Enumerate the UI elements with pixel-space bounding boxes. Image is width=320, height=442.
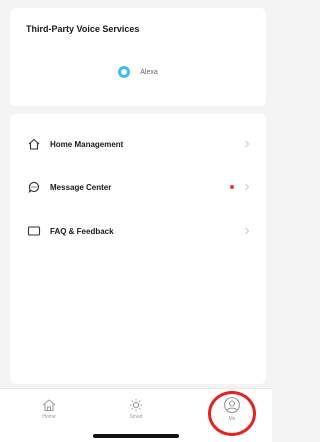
menu-item-label: Home Management	[50, 139, 124, 149]
home-tab-icon	[42, 399, 56, 411]
unread-badge	[230, 185, 234, 189]
alexa-icon	[118, 66, 131, 78]
menu-item-faq-feedback[interactable]: FAQ & Feedback	[10, 216, 266, 246]
menu-card: Home Management Message Center FAQ & Fee…	[10, 114, 266, 384]
chevron-right-icon	[245, 140, 250, 148]
tab-smart[interactable]: Smart	[106, 389, 166, 429]
alexa-label: Alexa	[140, 68, 158, 76]
alexa-service[interactable]: Alexa	[10, 66, 266, 78]
tab-label: Home	[42, 414, 56, 420]
highlight-circle	[208, 391, 256, 436]
feedback-icon	[27, 226, 41, 236]
tab-label: Smart	[129, 414, 143, 420]
menu-item-home-management[interactable]: Home Management	[10, 129, 266, 159]
menu-item-message-center[interactable]: Message Center	[10, 172, 266, 202]
house-icon	[28, 138, 40, 150]
home-indicator	[93, 434, 179, 438]
tab-home[interactable]: Home	[19, 389, 79, 429]
sun-icon	[129, 398, 143, 412]
menu-item-label: FAQ & Feedback	[50, 226, 114, 236]
menu-item-label: Message Center	[50, 182, 112, 192]
message-icon	[28, 181, 40, 194]
chevron-right-icon	[245, 227, 250, 235]
chevron-right-icon	[245, 183, 250, 191]
voice-services-card: Third-Party Voice Services Alexa	[10, 8, 266, 106]
section-title: Third-Party Voice Services	[26, 24, 140, 34]
